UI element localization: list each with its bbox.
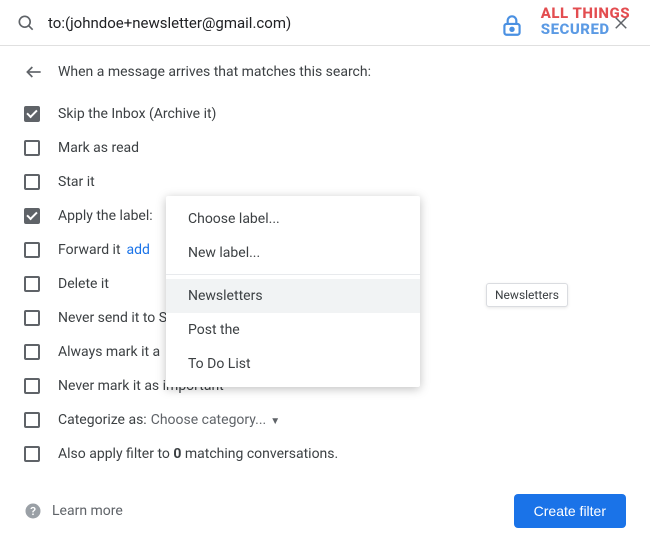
checkbox-delete-it[interactable] [24, 276, 40, 292]
forward-add-link[interactable]: add [127, 242, 150, 258]
categorize-select[interactable]: Choose category...▼ [151, 412, 280, 428]
checkbox-apply-label[interactable] [24, 208, 40, 224]
option-also-apply: Also apply filter to 0 matching conversa… [24, 438, 626, 470]
search-bar: to:(johndoe+newsletter@gmail.com) ALL TH… [0, 0, 650, 46]
label-dropdown-menu: Choose label... New label... Newsletters… [166, 196, 420, 387]
label-apply-label: Apply the label: [58, 208, 153, 224]
menu-post-the[interactable]: Post the [166, 313, 420, 347]
menu-choose-label[interactable]: Choose label... [166, 202, 420, 236]
checkbox-always-important[interactable] [24, 344, 40, 360]
menu-divider [166, 274, 420, 275]
create-filter-button[interactable]: Create filter [514, 494, 626, 528]
close-icon[interactable] [608, 10, 634, 36]
back-arrow-icon[interactable] [24, 62, 44, 82]
checkbox-star-it[interactable] [24, 174, 40, 190]
label-also-apply: Also apply filter to 0 matching conversa… [58, 446, 338, 462]
label-mark-read: Mark as read [58, 140, 139, 156]
panel-header: When a message arrives that matches this… [24, 62, 626, 82]
chevron-down-icon: ▼ [270, 416, 280, 427]
checkbox-forward-it[interactable] [24, 242, 40, 258]
learn-more-link[interactable]: Learn more [24, 502, 123, 520]
menu-newsletters[interactable]: Newsletters Newsletters [166, 279, 420, 313]
option-star-it: Star it [24, 166, 626, 198]
label-star-it: Star it [58, 174, 95, 190]
label-always-important: Always mark it a [58, 344, 160, 360]
label-forward-it: Forward it [58, 242, 121, 258]
label-delete-it: Delete it [58, 276, 109, 292]
checkbox-also-apply[interactable] [24, 446, 40, 462]
label-categorize: Categorize as: [58, 412, 147, 428]
option-skip-inbox: Skip the Inbox (Archive it) [24, 98, 626, 130]
panel-footer: Learn more Create filter [0, 484, 650, 544]
option-mark-read: Mark as read [24, 132, 626, 164]
checkbox-categorize[interactable] [24, 412, 40, 428]
label-never-spam: Never send it to S [58, 310, 167, 326]
tooltip-newsletters: Newsletters [486, 283, 568, 307]
option-categorize: Categorize as: Choose category...▼ [24, 404, 626, 436]
search-input[interactable]: to:(johndoe+newsletter@gmail.com) [48, 14, 608, 32]
help-icon [24, 502, 42, 520]
menu-todo-list[interactable]: To Do List [166, 347, 420, 381]
label-skip-inbox: Skip the Inbox (Archive it) [58, 106, 216, 122]
checkbox-mark-read[interactable] [24, 140, 40, 156]
panel-header-text: When a message arrives that matches this… [58, 64, 371, 80]
menu-new-label[interactable]: New label... [166, 236, 420, 270]
search-icon[interactable] [16, 13, 36, 33]
checkbox-never-spam[interactable] [24, 310, 40, 326]
checkbox-never-important[interactable] [24, 378, 40, 394]
checkbox-skip-inbox[interactable] [24, 106, 40, 122]
